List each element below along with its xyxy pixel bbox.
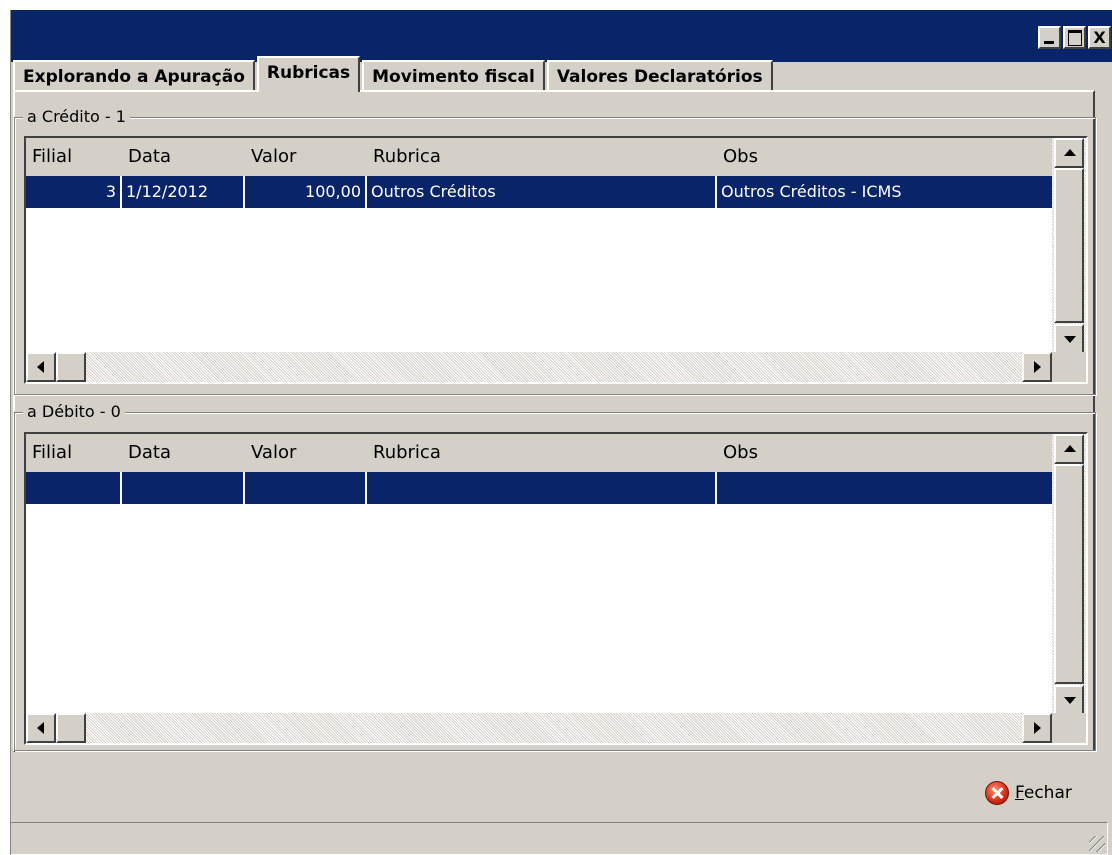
table-row[interactable] [26,472,1052,504]
column-header-filial[interactable]: Filial [26,434,122,472]
arrow-up-icon [1064,149,1076,156]
debito-grid[interactable]: Filial Data Valor Rubrica Obs [24,432,1088,745]
credito-vertical-scrollbar[interactable] [1052,138,1086,354]
scroll-thumb[interactable] [1054,464,1084,684]
cell-valor: 100,00 [245,176,367,208]
close-window-button[interactable]: X [1088,26,1111,49]
cell-obs [717,472,1052,504]
debito-vertical-scrollbar[interactable] [1052,434,1086,715]
column-header-obs[interactable]: Obs [717,138,1052,176]
status-bar [10,822,1108,855]
column-header-obs[interactable]: Obs [717,434,1052,472]
maximize-icon [1065,28,1084,47]
cell-filial [26,472,122,504]
scroll-up-button[interactable] [1054,434,1084,464]
arrow-right-icon [1034,361,1041,373]
close-icon: X [1093,28,1106,47]
column-header-valor[interactable]: Valor [245,138,367,176]
tab-strip: Explorando a Apuração Rubricas Movimento… [13,56,775,92]
window-controls: X [1036,26,1111,49]
arrow-right-icon [1034,722,1041,734]
scroll-thumb[interactable] [56,352,86,382]
scroll-corner [1052,713,1086,743]
cell-data [122,472,245,504]
scroll-right-button[interactable] [1022,352,1052,382]
column-header-rubrica[interactable]: Rubrica [367,138,717,176]
cell-filial: 3 [26,176,122,208]
scroll-thumb[interactable] [56,713,86,743]
arrow-down-icon [1064,697,1076,704]
debito-grid-header: Filial Data Valor Rubrica Obs [26,434,1052,472]
cell-valor [245,472,367,504]
scroll-down-button[interactable] [1054,324,1084,354]
column-header-filial[interactable]: Filial [26,138,122,176]
column-header-valor[interactable]: Valor [245,434,367,472]
fechar-label: Fechar [1015,783,1072,803]
scroll-corner [1052,352,1086,382]
scroll-up-button[interactable] [1054,138,1084,168]
debito-group-legend: a Débito - 0 [23,402,125,422]
credito-grid[interactable]: Filial Data Valor Rubrica Obs 3 1/12/201… [24,136,1088,384]
credito-grid-header: Filial Data Valor Rubrica Obs [26,138,1052,176]
resize-grip-icon[interactable] [1089,836,1105,852]
minimize-button[interactable] [1038,26,1061,49]
tab-movimento-fiscal[interactable]: Movimento fiscal [362,60,545,92]
scroll-down-button[interactable] [1054,685,1084,715]
cell-rubrica: Outros Créditos [367,176,717,208]
tab-explorando-apuracao[interactable]: Explorando a Apuração [13,60,255,92]
debito-horizontal-scrollbar[interactable] [26,713,1052,743]
scroll-left-button[interactable] [26,352,56,382]
arrow-down-icon [1064,336,1076,343]
credito-group-legend: a Crédito - 1 [23,107,130,127]
column-header-data[interactable]: Data [122,138,245,176]
tab-valores-declaratorios[interactable]: Valores Declaratórios [546,60,773,92]
cell-rubrica [367,472,717,504]
tab-rubricas[interactable]: Rubricas [256,56,361,92]
scroll-thumb[interactable] [1054,168,1084,323]
arrow-up-icon [1064,445,1076,452]
table-row[interactable]: 3 1/12/2012 100,00 Outros Créditos Outro… [26,176,1052,208]
arrow-left-icon [37,361,44,373]
minimize-icon [1040,28,1059,47]
column-header-data[interactable]: Data [122,434,245,472]
fechar-button[interactable]: Fechar [985,778,1072,808]
title-bar: X [11,10,1112,62]
column-header-rubrica[interactable]: Rubrica [367,434,717,472]
scroll-right-button[interactable] [1022,713,1052,743]
cell-obs: Outros Créditos - ICMS [721,182,902,201]
credito-horizontal-scrollbar[interactable] [26,352,1052,382]
close-circle-icon [985,781,1009,805]
arrow-left-icon [37,722,44,734]
maximize-button[interactable] [1063,26,1086,49]
scroll-left-button[interactable] [26,713,56,743]
cell-data: 1/12/2012 [122,176,245,208]
